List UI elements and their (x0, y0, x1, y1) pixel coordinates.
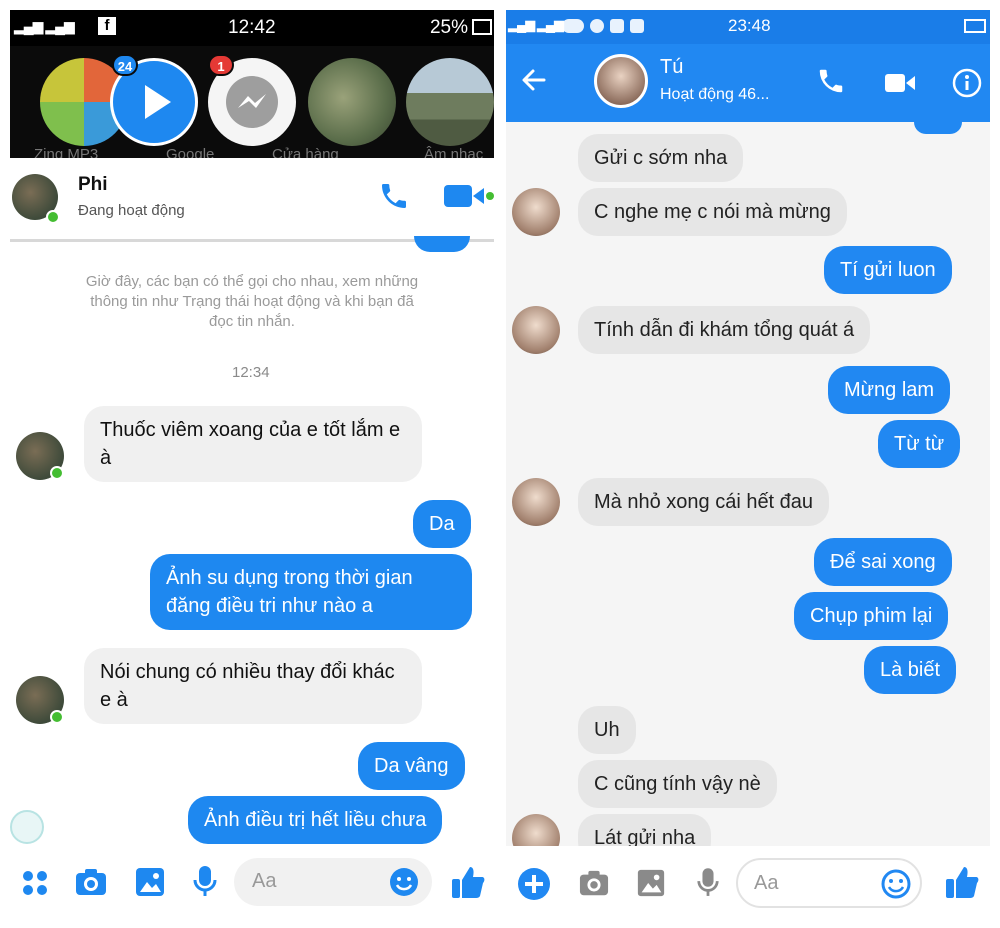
message-bubble-outgoing[interactable]: Chụp phim lại (794, 592, 949, 640)
message-bubble-incoming[interactable]: Tính dẫn đi khám tổng quát á (578, 306, 871, 354)
unread-badge: 1 (208, 54, 234, 76)
chat-head-photo[interactable] (308, 58, 396, 146)
video-call-icon[interactable] (884, 72, 916, 94)
avatar[interactable] (512, 306, 560, 354)
message-bubble-incoming[interactable]: C cũng tính vậy nè (578, 760, 777, 808)
like-icon[interactable] (450, 864, 486, 900)
image-notification-icon (610, 19, 624, 33)
phone-icon[interactable] (378, 180, 410, 212)
contact-name[interactable]: Tú (660, 56, 683, 79)
unread-badge: 24 (112, 54, 138, 76)
emoji-icon[interactable] (388, 866, 420, 898)
camera-icon[interactable] (74, 866, 108, 898)
message-input-placeholder: Aa (754, 872, 779, 894)
message-bubble-incoming[interactable]: Nói chung có nhiều thay đổi khác e à (84, 648, 422, 724)
plus-icon[interactable] (516, 866, 552, 902)
left-screenshot: ▂▄▆ ▂▄▆ f 12:42 25% 24 1 Zing MP3 Google… (10, 10, 494, 918)
gallery-icon[interactable] (134, 866, 166, 898)
video-call-icon[interactable] (442, 182, 494, 210)
message-bubble-incoming[interactable]: Mà nhỏ xong cái hết đau (578, 478, 830, 526)
status-bar: ▂▄▆ ▂▄▆ 23:48 (506, 10, 990, 44)
emoji-icon[interactable] (880, 868, 912, 900)
battery-percent: 25% (429, 17, 468, 38)
message-input[interactable]: Aa (234, 858, 432, 906)
message-bubble-outgoing[interactable]: Da vâng (358, 742, 465, 790)
signal-icon: ▂▄▆ ▂▄▆ (508, 17, 564, 32)
right-screenshot: ▂▄▆ ▂▄▆ 23:48 Tú Hoạt động 46... Gửi c s… (506, 10, 990, 918)
camera-icon[interactable] (578, 868, 610, 898)
message-bubble-outgoing[interactable]: Mừng lam (828, 366, 951, 414)
timestamp: 12:34 (232, 364, 270, 381)
like-icon[interactable] (944, 864, 980, 900)
notification-icon (562, 19, 584, 33)
contact-status: Đang hoạt động (78, 202, 185, 219)
messenger-notification-icon (590, 19, 604, 33)
download-notification-icon (630, 19, 644, 33)
read-receipt-avatar (10, 810, 44, 844)
message-bubble-outgoing[interactable]: Ảnh điều trị hết liều chưa (188, 796, 443, 844)
back-arrow-icon[interactable] (520, 66, 548, 94)
composer-bar: Aa (506, 846, 990, 918)
message-bubble-outgoing[interactable]: Ảnh su dụng trong thời gian đăng điều tr… (150, 554, 472, 630)
message-bubble-outgoing[interactable]: Là biết (864, 646, 957, 694)
status-bar: ▂▄▆ ▂▄▆ f 12:42 25% (10, 10, 494, 46)
signal-icon: ▂▄▆ ▂▄▆ (14, 18, 75, 34)
facebook-icon: f (98, 17, 116, 35)
status-time: 23:48 (728, 16, 771, 35)
status-time: 12:42 (228, 17, 276, 38)
message-bubble-outgoing[interactable]: Để sai xong (814, 538, 952, 586)
message-bubble-incoming[interactable]: Gửi c sớm nha (578, 134, 744, 182)
message-bubble-outgoing[interactable]: Tí gửi luon (824, 246, 952, 294)
system-note: Giờ đây, các bạn có thể gọi cho nhau, xe… (85, 273, 419, 330)
phone-icon[interactable] (816, 66, 846, 96)
menu-dots-icon[interactable] (20, 868, 50, 898)
chat-heads-bar: 24 1 Zing MP3 Google Cửa hàng Âm nhạc (10, 46, 494, 163)
message-bubble-incoming[interactable]: C nghe mẹ c nói mà mừng (578, 188, 847, 236)
avatar[interactable] (594, 54, 648, 108)
avatar[interactable] (512, 188, 560, 236)
online-indicator (50, 710, 64, 724)
avatar[interactable] (512, 478, 560, 526)
previous-message-edge (414, 236, 470, 252)
contact-status: Hoạt động 46... (660, 86, 770, 103)
message-input[interactable]: Aa (736, 858, 922, 908)
composer-bar: Aa (10, 846, 494, 918)
conversation-header: Tú Hoạt động 46... (506, 44, 990, 122)
gallery-icon[interactable] (636, 868, 666, 898)
battery-icon (964, 19, 986, 33)
message-input-placeholder: Aa (252, 870, 277, 892)
message-bubble-outgoing[interactable]: Từ từ (878, 420, 961, 468)
online-indicator (46, 210, 60, 224)
info-icon[interactable] (952, 68, 982, 98)
message-bubble-incoming[interactable]: Uh (578, 706, 636, 754)
online-indicator (50, 466, 64, 480)
contact-name[interactable]: Phi (78, 174, 108, 196)
message-bubble-incoming[interactable]: Thuốc viêm xoang của e tốt lắm e à (84, 406, 422, 482)
previous-message-edge (914, 122, 962, 134)
battery-icon (472, 19, 492, 35)
conversation-header: Phi Đang hoạt động (10, 158, 494, 242)
microphone-icon[interactable] (696, 866, 720, 900)
microphone-icon[interactable] (192, 864, 218, 900)
message-bubble-outgoing[interactable]: Da (413, 500, 471, 548)
chat-head-photo[interactable] (406, 58, 494, 146)
